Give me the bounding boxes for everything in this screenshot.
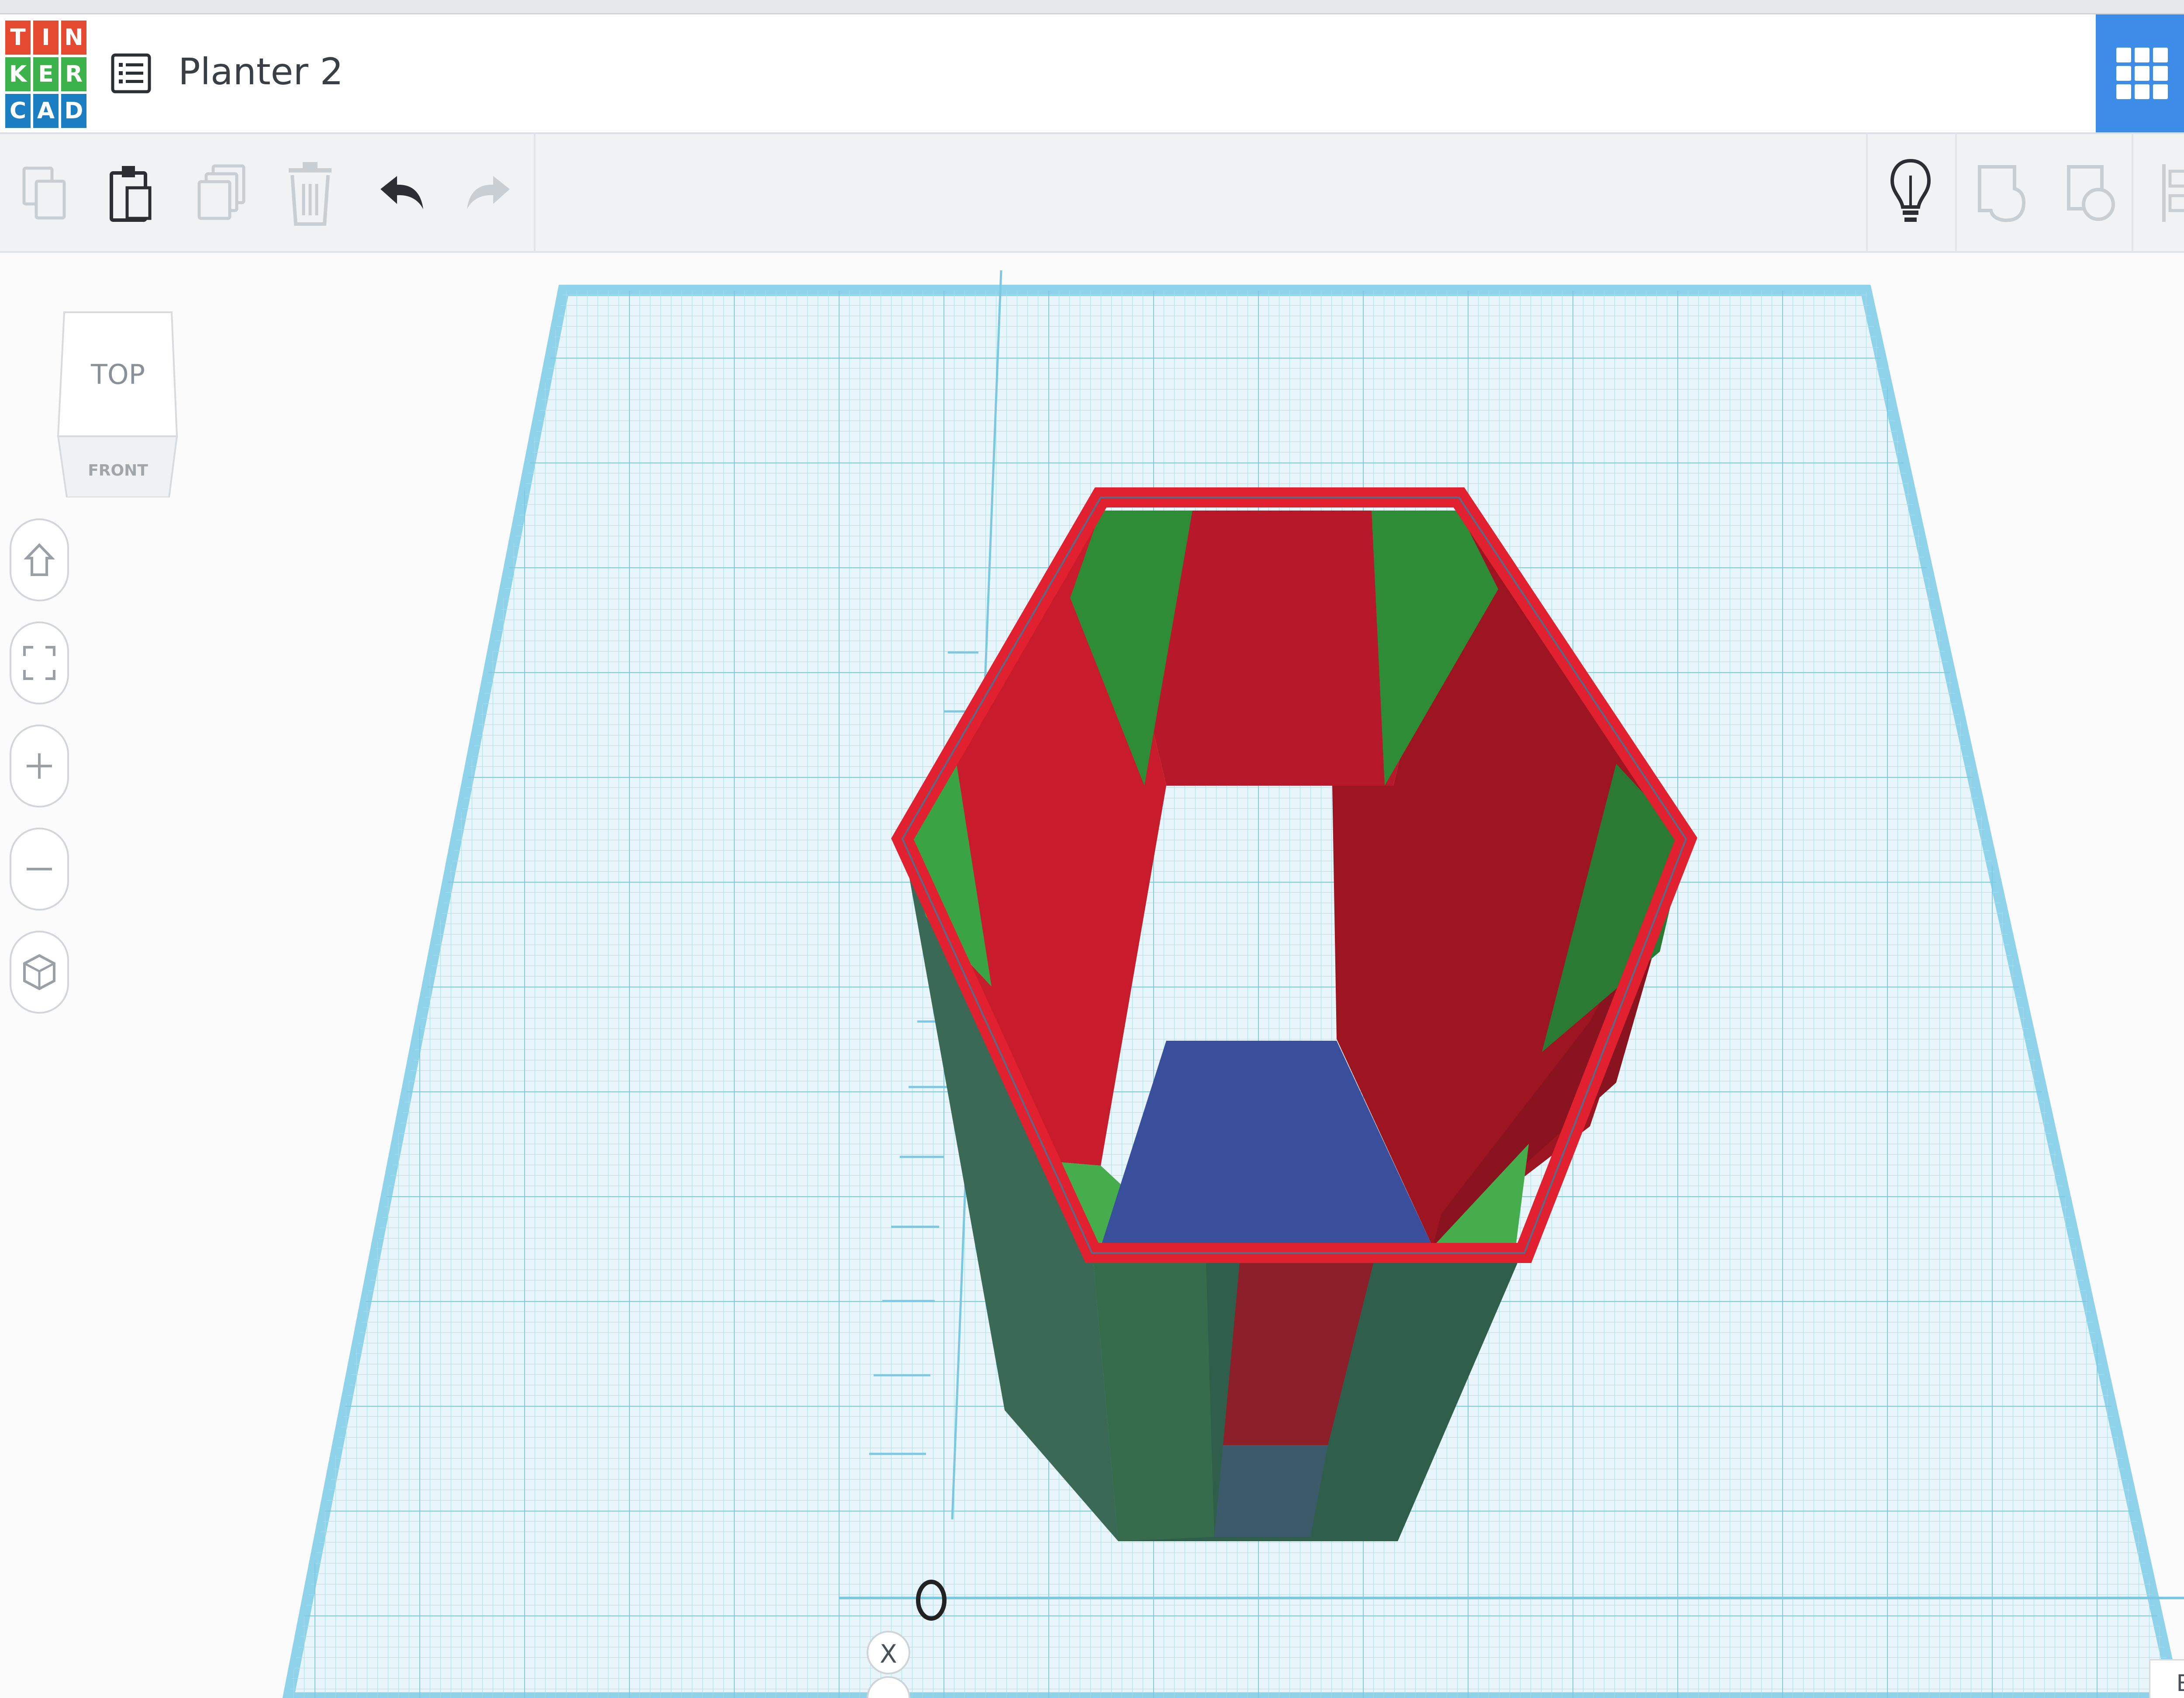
- align-icon: [2162, 164, 2184, 222]
- app-header: T I N K E R C A D Planter 2: [0, 14, 2184, 134]
- edit-grid-button[interactable]: Edit Grid: [2149, 1659, 2184, 1698]
- zoom-out-button[interactable]: [10, 828, 69, 911]
- toolbar-divider: [1955, 134, 1957, 251]
- perspective-icon: [23, 954, 55, 990]
- home-view-button[interactable]: [10, 518, 69, 601]
- ungroup-icon: [2067, 165, 2115, 221]
- redo-button[interactable]: [453, 156, 523, 230]
- logo-letter: E: [33, 57, 59, 91]
- view-cube[interactable]: TOP FRONT: [55, 310, 181, 497]
- group-button[interactable]: [1966, 156, 2036, 230]
- logo-letter: D: [61, 94, 86, 128]
- paste-icon: [110, 166, 152, 222]
- ungroup-button[interactable]: [2056, 156, 2125, 230]
- notes-button[interactable]: [1876, 156, 1946, 230]
- x-axis-label: X: [880, 1639, 897, 1669]
- undo-button[interactable]: [367, 156, 437, 230]
- logo-letter: K: [5, 57, 31, 91]
- delete-button[interactable]: [275, 156, 345, 230]
- planter-outer-stripe-blue[interactable]: [1214, 1445, 1328, 1537]
- copy-icon: [22, 166, 66, 220]
- view-cube-top-label[interactable]: TOP: [90, 359, 145, 390]
- logo-letter: I: [33, 21, 59, 55]
- list-icon: [111, 53, 151, 93]
- zoom-out-icon: [27, 868, 52, 870]
- home-icon: [24, 543, 55, 576]
- logo-letter: T: [5, 21, 31, 55]
- toolbar-divider: [534, 134, 536, 251]
- zoom-in-icon: [27, 753, 52, 779]
- 3d-workplane-viewport[interactable]: 0 X TOP FRONT Edit: [0, 253, 2184, 1698]
- undo-icon: [380, 176, 423, 209]
- fit-view-icon: [23, 646, 55, 680]
- edit-toolbar: [0, 134, 2184, 253]
- align-button[interactable]: [2146, 156, 2184, 230]
- lightbulb-icon: [1890, 159, 1931, 222]
- redo-icon: [467, 176, 510, 209]
- duplicate-icon: [197, 164, 245, 220]
- workplane-scene[interactable]: 0 X: [0, 253, 2184, 1698]
- logo-letter: R: [61, 57, 86, 91]
- grid-icon: [2116, 48, 2168, 99]
- view-cube-front-label[interactable]: FRONT: [88, 462, 148, 480]
- group-icon: [1978, 165, 2025, 222]
- paste-button[interactable]: [95, 156, 165, 230]
- toolbar-divider: [1866, 134, 1868, 251]
- toolbar-divider: [2132, 134, 2133, 251]
- perspective-button[interactable]: [10, 931, 69, 1014]
- zoom-in-button[interactable]: [10, 725, 69, 808]
- design-title[interactable]: Planter 2: [178, 50, 343, 93]
- fit-view-button[interactable]: [10, 621, 69, 704]
- tinkercad-logo[interactable]: T I N K E R C A D: [5, 21, 86, 128]
- window-top-strip: [0, 0, 2184, 14]
- logo-letter: A: [33, 94, 59, 128]
- logo-letter: N: [61, 21, 86, 55]
- copy-button[interactable]: [10, 156, 79, 230]
- trash-icon: [289, 162, 332, 226]
- logo-letter: C: [5, 94, 31, 128]
- 3d-design-view-button[interactable]: [2096, 14, 2184, 132]
- design-list-button[interactable]: [107, 49, 155, 97]
- duplicate-button[interactable]: [187, 156, 257, 230]
